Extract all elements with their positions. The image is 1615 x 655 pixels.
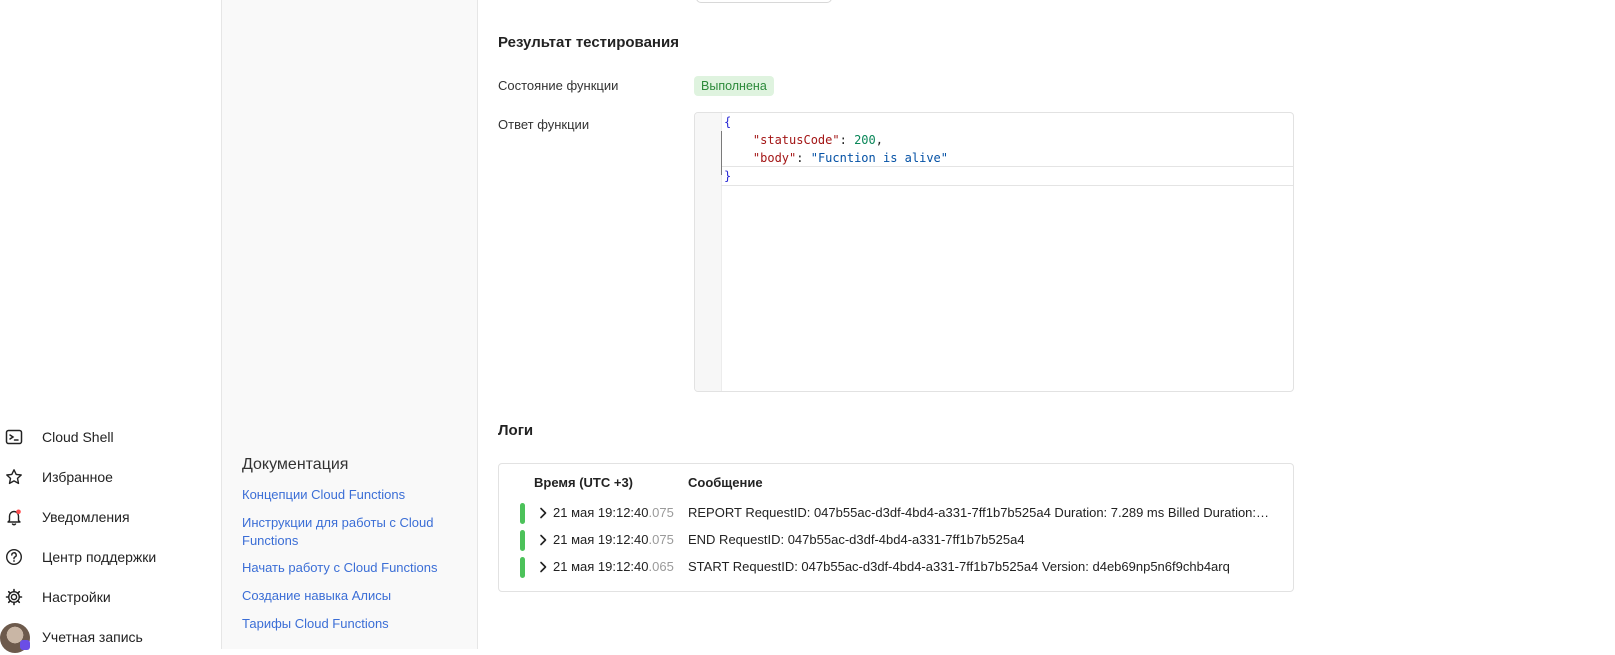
help-icon — [5, 548, 23, 566]
code-open-brace: { — [724, 115, 732, 129]
doc-link-concepts[interactable]: Концепции Cloud Functions — [242, 486, 447, 504]
left-navigation: Cloud Shell Избранное Уведомления Центр … — [0, 0, 222, 653]
doc-link-instructions[interactable]: Инструкции для работы с Cloud Functions — [242, 514, 447, 549]
chevron-right-icon[interactable] — [536, 532, 550, 548]
editor-gutter — [695, 113, 722, 391]
bell-icon — [7, 509, 21, 526]
nav-item-label: Уведомления — [42, 509, 130, 525]
doc-link-getting-started[interactable]: Начать работу с Cloud Functions — [242, 559, 447, 577]
doc-link-pricing[interactable]: Тарифы Cloud Functions — [242, 615, 447, 633]
indent-guide — [721, 131, 722, 175]
log-time: 21 мая 19:12:40.075 — [553, 505, 674, 520]
chevron-right-icon[interactable] — [536, 559, 550, 575]
log-message: END RequestID: 047b55ac-d3df-4bd4-a331-7… — [688, 532, 1025, 547]
terminal-icon — [5, 429, 23, 445]
nav-item-settings[interactable]: Настройки — [0, 579, 221, 615]
nav-item-account[interactable]: Учетная запись — [0, 619, 221, 655]
chevron-right-icon[interactable] — [536, 505, 550, 521]
code-key-status: "statusCode" — [752, 133, 840, 147]
log-row[interactable]: 21 мая 19:12:40.075 REPORT RequestID: 04… — [499, 501, 1293, 527]
gear-icon — [5, 588, 23, 606]
log-time: 21 мая 19:12:40.075 — [553, 532, 674, 547]
nav-item-label: Учетная запись — [42, 629, 143, 645]
code-value-body: "Fucntion is alive" — [810, 151, 948, 165]
main-content: Результат тестирования Состояние функции… — [478, 0, 1615, 649]
star-icon — [6, 469, 22, 485]
doc-link-alice-skill[interactable]: Создание навыка Алисы — [242, 587, 447, 605]
log-row[interactable]: 21 мая 19:12:40.075 END RequestID: 047b5… — [499, 528, 1293, 554]
nav-item-support[interactable]: Центр поддержки — [0, 539, 221, 575]
code-close-brace: } — [724, 169, 732, 183]
column-header-message: Сообщение — [688, 475, 763, 490]
log-time: 21 мая 19:12:40.065 — [553, 559, 674, 574]
logs-title: Логи — [498, 422, 534, 439]
code-key-body: "body" — [752, 151, 797, 165]
response-code-editor[interactable]: { "statusCode": 200, "body": "Fucntion i… — [694, 112, 1294, 392]
code-value-status: 200 — [854, 133, 876, 147]
run-test-button[interactable] — [696, 0, 832, 3]
nav-item-label: Настройки — [42, 589, 111, 605]
log-status-indicator — [520, 503, 525, 524]
status-badge: Выполнена — [694, 76, 774, 96]
log-message: REPORT RequestID: 047b55ac-d3df-4bd4-a33… — [688, 505, 1270, 520]
log-message: START RequestID: 047b55ac-d3df-4bd4-a331… — [688, 559, 1230, 574]
nav-item-cloud-shell[interactable]: Cloud Shell — [0, 419, 221, 455]
nav-item-favorites[interactable]: Избранное — [0, 459, 221, 495]
documentation-panel: Документация Концепции Cloud Functions И… — [222, 0, 478, 649]
function-state-label: Состояние функции — [498, 78, 619, 93]
nav-item-label: Центр поддержки — [42, 549, 157, 565]
docs-title: Документация — [242, 456, 349, 473]
logs-table: Время (UTC +3) Сообщение 21 мая 19:12:40… — [498, 463, 1294, 592]
log-status-indicator — [520, 530, 525, 551]
nav-item-label: Cloud Shell — [42, 429, 114, 445]
column-header-time: Время (UTC +3) — [534, 475, 634, 490]
test-result-title: Результат тестирования — [498, 34, 679, 51]
log-row[interactable]: 21 мая 19:12:40.065 START RequestID: 047… — [499, 555, 1293, 581]
function-response-label: Ответ функции — [498, 117, 590, 132]
nav-item-label: Избранное — [42, 469, 113, 485]
log-status-indicator — [520, 557, 525, 578]
nav-item-notifications[interactable]: Уведомления — [0, 499, 221, 535]
